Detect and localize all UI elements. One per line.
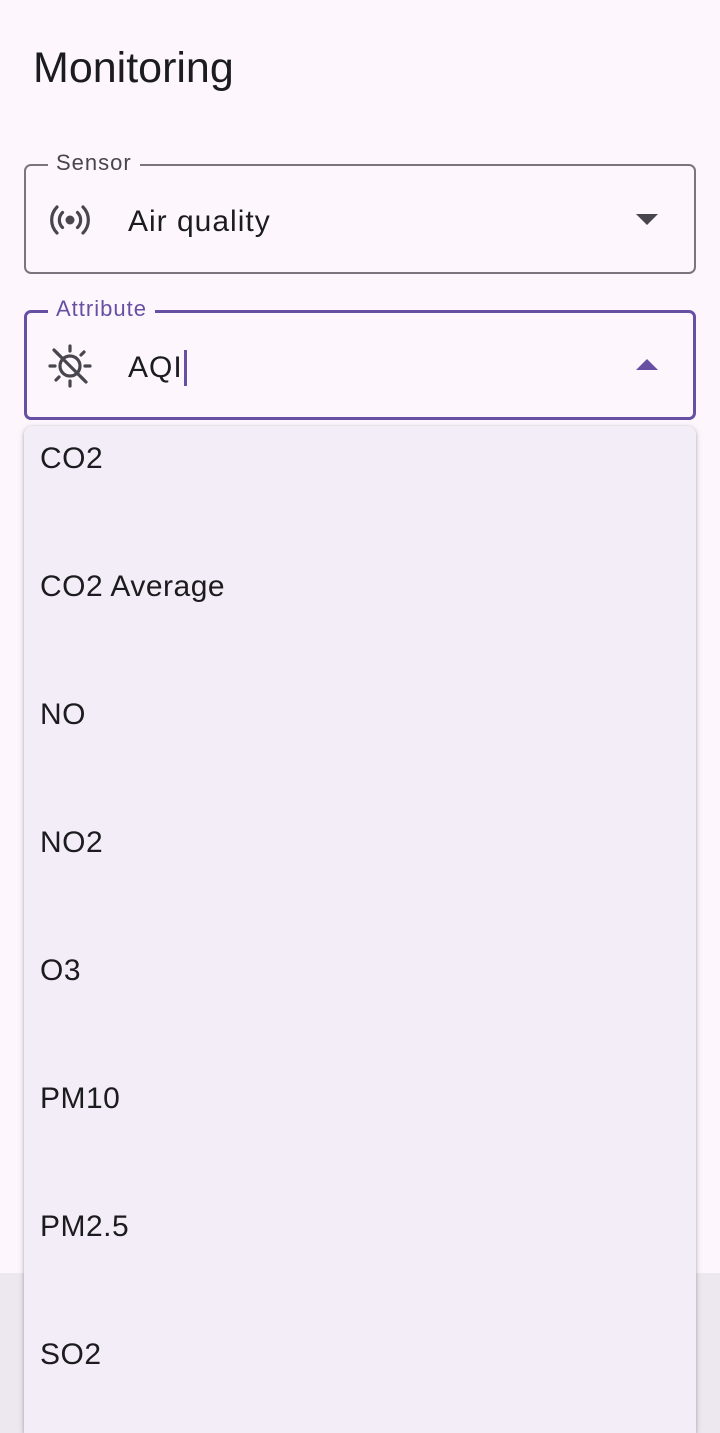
attribute-field-value: AQI bbox=[128, 351, 183, 384]
text-cursor bbox=[183, 350, 187, 386]
menu-item-no[interactable]: NO bbox=[24, 682, 696, 810]
menu-item-label: PM2.5 bbox=[40, 1210, 130, 1243]
menu-item-o3[interactable]: O3 bbox=[24, 938, 696, 1066]
menu-item-label: CO2 bbox=[40, 442, 104, 475]
menu-item-so2[interactable]: SO2 bbox=[24, 1322, 696, 1433]
sensors-icon bbox=[48, 198, 92, 242]
attribute-menu: CO2 CO2 Average NO NO2 O3 PM10 PM2.5 SO2 bbox=[24, 426, 696, 1433]
air-quality-off-icon bbox=[48, 344, 92, 388]
monitoring-screen: Monitoring Sensor Air quality Attribute bbox=[0, 0, 720, 1433]
page-title: Monitoring bbox=[33, 44, 234, 92]
menu-item-label: CO2 Average bbox=[40, 570, 226, 603]
sensor-field-label: Sensor bbox=[48, 150, 140, 176]
menu-item-co2[interactable]: CO2 bbox=[24, 426, 696, 554]
menu-item-label: SO2 bbox=[40, 1338, 102, 1371]
menu-item-label: PM10 bbox=[40, 1082, 121, 1115]
attribute-field-label: Attribute bbox=[48, 296, 155, 322]
menu-item-pm2-5[interactable]: PM2.5 bbox=[24, 1194, 696, 1322]
menu-item-label: O3 bbox=[40, 954, 82, 987]
sensor-dropdown[interactable]: Sensor Air quality bbox=[24, 150, 696, 274]
menu-item-no2[interactable]: NO2 bbox=[24, 810, 696, 938]
attribute-dropdown[interactable]: Attribute AQI bbox=[24, 296, 696, 420]
attribute-field-input[interactable]: AQI bbox=[128, 350, 187, 386]
dropdown-arrow-icon[interactable] bbox=[636, 214, 658, 225]
menu-item-label: NO2 bbox=[40, 826, 104, 859]
menu-item-co2-average[interactable]: CO2 Average bbox=[24, 554, 696, 682]
sensor-field-value: Air quality bbox=[128, 205, 271, 238]
menu-item-pm10[interactable]: PM10 bbox=[24, 1066, 696, 1194]
menu-item-label: NO bbox=[40, 698, 86, 731]
dropdown-arrow-up-icon[interactable] bbox=[636, 359, 658, 370]
